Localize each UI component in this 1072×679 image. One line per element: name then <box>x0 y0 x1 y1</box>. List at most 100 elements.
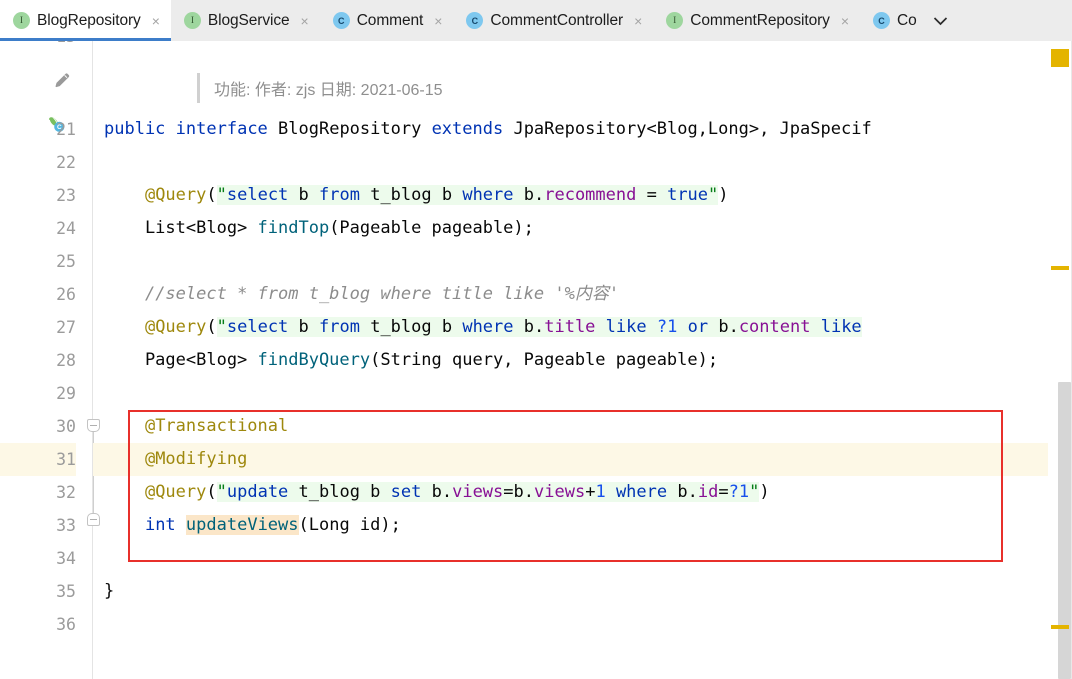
code-line[interactable]: List<Blog> findTop(Pageable pageable); <box>93 212 1072 245</box>
editor-tab-blogservice[interactable]: I BlogService × <box>170 0 320 41</box>
code-token: interface <box>175 119 268 139</box>
code-token <box>646 317 657 337</box>
editor-tab-blogrepository[interactable]: I BlogRepository × <box>0 0 171 41</box>
code-token: + <box>585 482 596 502</box>
code-token: int <box>144 515 176 535</box>
editor-tab-commentcontroller[interactable]: C CommentController × <box>453 0 654 41</box>
code-token: b. <box>667 482 698 502</box>
interface-icon: I <box>666 12 684 29</box>
interface-icon: I <box>183 12 201 29</box>
code-token: b <box>288 185 320 205</box>
chevron-down-icon[interactable] <box>928 0 954 41</box>
code-line-text: Page<Blog> findByQuery(String query, Pag… <box>93 344 718 377</box>
gutter-line-number: 33 <box>56 516 76 535</box>
close-icon[interactable]: × <box>634 14 642 28</box>
code-token: Page<Blog> <box>104 350 258 370</box>
code-line[interactable]: int updateViews(Long id); <box>93 509 1072 542</box>
code-token: " <box>708 185 719 205</box>
code-token: content <box>738 317 811 337</box>
code-token: public <box>104 119 166 139</box>
code-token: or <box>687 317 709 337</box>
editor-tab-co[interactable]: C Co <box>860 0 928 41</box>
code-token: title <box>544 317 596 337</box>
code-token: select <box>226 185 289 205</box>
code-line[interactable] <box>93 146 1072 179</box>
code-surface[interactable]: 功能: 作者: zjs 日期: 2021-06-15 public interf… <box>93 41 1072 679</box>
warning-marker-stripe[interactable] <box>1051 625 1069 629</box>
code-line[interactable]: Page<Blog> findByQuery(String query, Pag… <box>93 344 1072 377</box>
code-line-text: } <box>93 575 114 608</box>
code-token: ) <box>718 185 729 205</box>
code-token: updateViews <box>185 515 299 535</box>
collapsed-javadoc-text: 功能: 作者: zjs 日期: 2021-06-15 <box>214 82 443 99</box>
code-line[interactable]: @Query("select b from t_blog b where b.r… <box>93 179 1072 212</box>
code-line-text: @Transactional <box>93 410 288 443</box>
code-line[interactable]: @Query("select b from t_blog b where b.t… <box>93 311 1072 344</box>
close-icon[interactable]: × <box>301 14 309 28</box>
code-line[interactable]: @Transactional <box>93 410 1072 443</box>
code-editor[interactable]: 15 C 2122 <box>0 41 1072 679</box>
editor-tab-comment[interactable]: C Comment × <box>319 0 454 41</box>
code-token: b. <box>513 317 545 337</box>
close-icon[interactable]: × <box>841 14 849 28</box>
code-token: 1 <box>595 482 606 502</box>
code-token: update <box>226 482 289 502</box>
code-line-text: //select * from t_blog where title like … <box>93 278 619 311</box>
editor-tab-bar: I BlogRepository × I BlogService × C Comment × C C… <box>0 0 1072 41</box>
editor-tab-commentrepository[interactable]: I CommentRepository × <box>653 0 861 41</box>
class-icon: C <box>332 12 350 29</box>
code-token: @Modifying <box>144 449 248 469</box>
code-token: like <box>820 317 862 337</box>
code-token: ) <box>759 482 770 502</box>
code-token: @Transactional <box>144 416 289 436</box>
code-token: " <box>216 482 227 502</box>
code-token: =b. <box>503 482 534 502</box>
code-token: views <box>452 482 504 502</box>
code-line-text: List<Blog> findTop(Pageable pageable); <box>93 212 534 245</box>
code-line[interactable] <box>93 377 1072 410</box>
code-token: t_blog b <box>288 482 391 502</box>
warning-marker-square[interactable] <box>1051 49 1069 67</box>
code-line-text: int updateViews(Long id); <box>93 509 401 542</box>
code-token: b. <box>708 317 739 337</box>
code-line[interactable]: //select * from t_blog where title like … <box>93 278 1072 311</box>
code-token: (String query, Pageable pageable); <box>370 350 719 370</box>
close-icon[interactable]: × <box>434 14 442 28</box>
code-line[interactable]: } <box>93 575 1072 608</box>
code-token: where <box>615 482 668 502</box>
line-number-gutter[interactable]: 15 C 2122 <box>0 41 100 679</box>
code-token <box>595 317 606 337</box>
code-token: ( <box>206 317 217 337</box>
code-line[interactable] <box>93 245 1072 278</box>
gutter-line-number: 28 <box>56 351 76 370</box>
code-token: ( <box>206 482 217 502</box>
code-line[interactable] <box>93 608 1072 641</box>
code-line-text: @Modifying <box>93 443 247 476</box>
close-icon[interactable]: × <box>152 14 160 28</box>
code-line[interactable] <box>93 542 1072 575</box>
scrollbar-thumb[interactable] <box>1058 382 1071 679</box>
gutter-line-number: 31 <box>0 443 76 476</box>
code-line[interactable]: public interface BlogRepository extends … <box>93 113 1072 146</box>
editor-tab-label: CommentController <box>490 11 624 29</box>
code-token <box>810 317 821 337</box>
code-line[interactable]: @Modifying <box>93 443 1072 476</box>
code-line[interactable]: @Query("update t_blog b set b.views=b.vi… <box>93 476 1072 509</box>
code-token <box>677 317 688 337</box>
code-line-text: public interface BlogRepository extends … <box>93 113 872 146</box>
code-line-text: @Query("select b from t_blog b where b.r… <box>93 179 729 212</box>
code-token: b. <box>513 185 545 205</box>
gutter-line-number: 30 <box>56 417 76 436</box>
code-token: (Long id); <box>298 515 401 535</box>
code-token: ?1 <box>728 482 750 502</box>
gutter-line-number: 36 <box>56 615 76 634</box>
right-marker-gutter[interactable] <box>1048 41 1072 679</box>
code-token: like <box>605 317 647 337</box>
code-token: extends <box>431 119 504 139</box>
collapsed-javadoc-fold[interactable]: 功能: 作者: zjs 日期: 2021-06-15 <box>197 73 443 103</box>
pencil-icon[interactable] <box>52 70 72 90</box>
gutter-line-number: 27 <box>56 318 76 337</box>
warning-marker-stripe[interactable] <box>1051 266 1069 270</box>
